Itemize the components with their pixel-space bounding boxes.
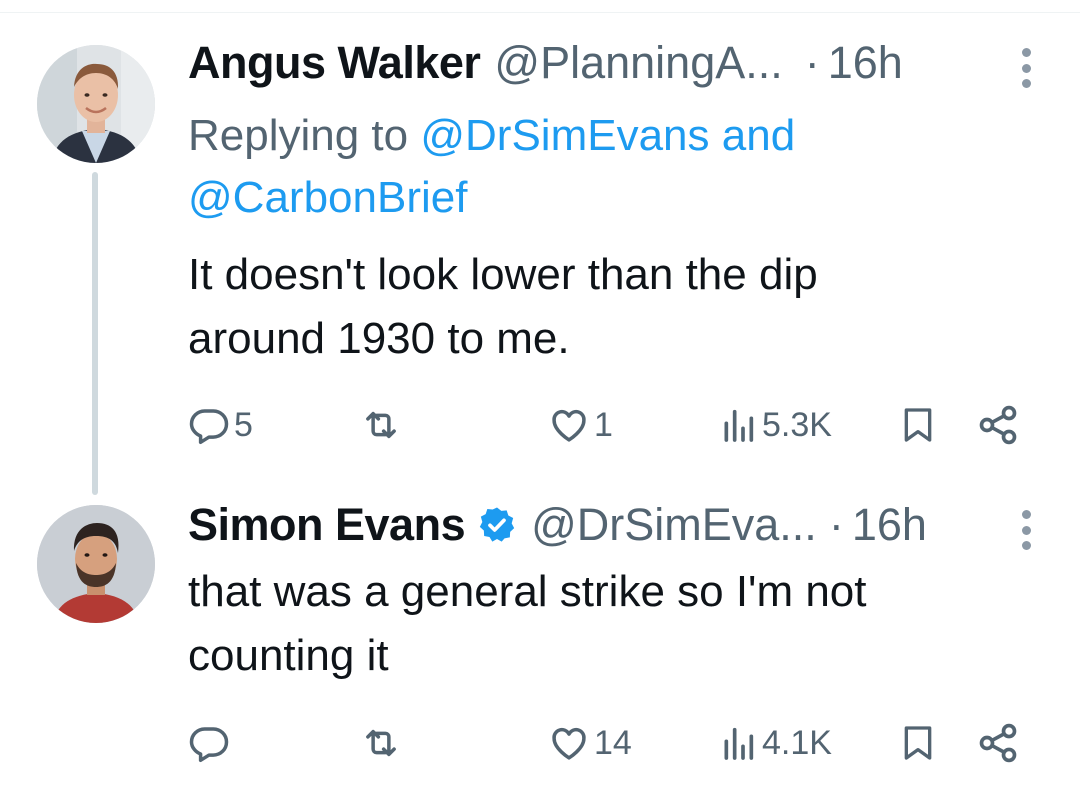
replying-to-label: Replying to [188, 111, 421, 160]
tweet-text-line: around 1930 to me. [188, 314, 570, 363]
action-bar: 5 1 5.3K [0, 395, 1080, 455]
heart-icon [548, 404, 590, 446]
views-icon [718, 404, 758, 446]
share-icon [976, 721, 1020, 765]
bookmark-button[interactable] [898, 713, 938, 773]
repost-button[interactable] [358, 713, 408, 773]
tweet-header: Simon Evans @DrSimEva... · 16h [188, 500, 1050, 550]
avatar[interactable] [37, 505, 155, 623]
timestamp[interactable]: 16h [828, 38, 903, 88]
avatar[interactable] [37, 45, 155, 163]
bookmark-button[interactable] [898, 395, 938, 455]
heart-icon [548, 722, 590, 764]
tweet-angus-walker[interactable]: Angus Walker @PlanningA... · 16h Replyin… [0, 0, 1080, 500]
author-name[interactable]: Simon Evans [188, 500, 466, 550]
reply-icon [188, 722, 230, 764]
author-name[interactable]: Angus Walker [188, 38, 481, 88]
action-bar: 14 4.1K [0, 713, 1080, 773]
mention-link[interactable]: @DrSimEvans [420, 111, 709, 160]
separator-dot: · [828, 499, 844, 550]
tweet-text-line: counting it [188, 631, 389, 680]
share-icon [976, 403, 1020, 447]
replying-to: Replying to @DrSimEvans and @CarbonBrief [188, 105, 948, 229]
bookmark-icon [898, 721, 938, 765]
repost-icon [358, 404, 404, 446]
repost-icon [358, 722, 404, 764]
like-button[interactable]: 14 [548, 713, 632, 773]
like-count: 1 [594, 405, 613, 444]
bookmark-icon [898, 403, 938, 447]
mention-link[interactable]: @CarbonBrief [188, 173, 467, 222]
tweet-text-line: It doesn't look lower than the dip [188, 250, 818, 299]
views-icon [718, 722, 758, 764]
views-button[interactable]: 4.1K [718, 713, 832, 773]
more-vertical-icon[interactable] [1020, 48, 1032, 88]
tweet-header: Angus Walker @PlanningA... · 16h [188, 38, 1050, 88]
replying-to-and: and [709, 111, 796, 160]
reply-count: 5 [234, 405, 253, 444]
share-button[interactable] [976, 395, 1020, 455]
tweet-simon-evans[interactable]: Simon Evans @DrSimEva... · 16h that was … [0, 500, 1080, 791]
separator-dot: · [804, 37, 820, 88]
views-count: 4.1K [762, 723, 832, 762]
share-button[interactable] [976, 713, 1020, 773]
reply-button[interactable] [188, 713, 234, 773]
repost-button[interactable] [358, 395, 408, 455]
views-button[interactable]: 5.3K [718, 395, 832, 455]
more-vertical-icon[interactable] [1020, 510, 1032, 550]
verified-badge-icon [477, 505, 517, 545]
views-count: 5.3K [762, 405, 832, 444]
author-handle[interactable]: @PlanningA... [494, 38, 782, 88]
tweet-text: that was a general strike so I'm not cou… [188, 560, 1008, 688]
reply-button[interactable]: 5 [188, 395, 253, 455]
like-button[interactable]: 1 [548, 395, 613, 455]
like-count: 14 [594, 723, 632, 762]
tweet-text-line: that was a general strike so I'm not [188, 567, 867, 616]
author-handle[interactable]: @DrSimEva... [531, 500, 817, 550]
reply-icon [188, 404, 230, 446]
tweet-text: It doesn't look lower than the dip aroun… [188, 243, 1008, 371]
timestamp[interactable]: 16h [852, 500, 927, 550]
